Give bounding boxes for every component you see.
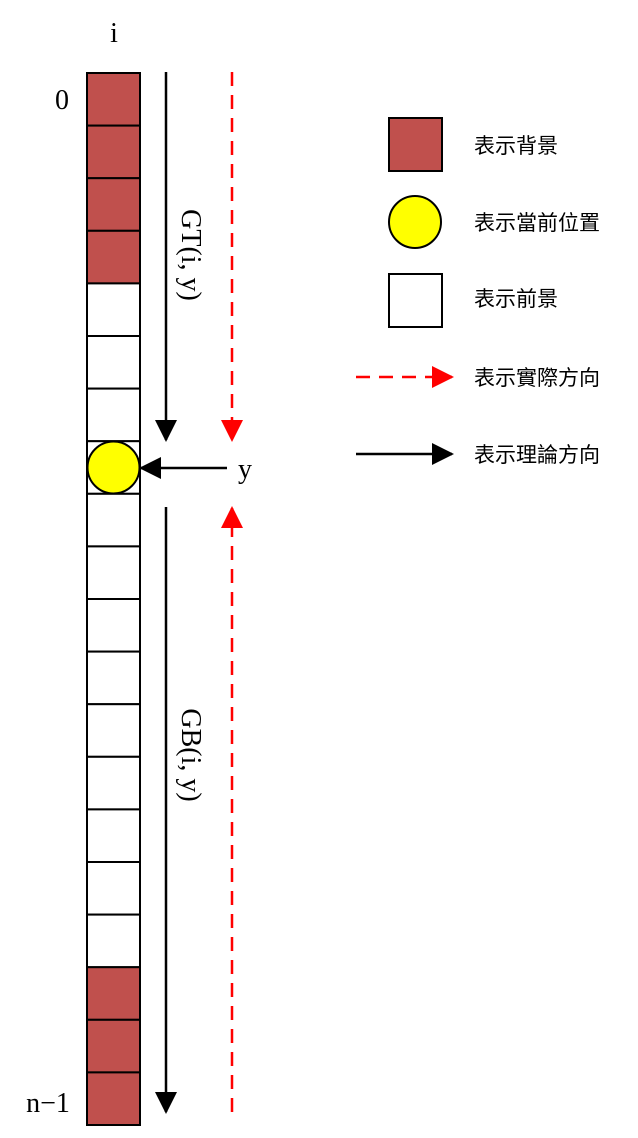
foreground-cell: [86, 387, 141, 443]
current-position-marker: [86, 440, 141, 495]
legend-foreground-swatch: [388, 273, 443, 328]
foreground-cell: [86, 703, 141, 758]
background-cell: [86, 72, 141, 127]
legend-current-label: 表示當前位置: [474, 211, 600, 235]
legend-foreground-label: 表示前景: [474, 287, 558, 311]
gb-label: GB(i, y): [175, 708, 206, 801]
foreground-cell: [86, 282, 141, 337]
legend-background-swatch: [388, 117, 443, 172]
foreground-cell: [86, 913, 141, 969]
legend-current-swatch: [388, 195, 442, 249]
foreground-cell: [86, 650, 141, 706]
foreground-cell: [86, 598, 141, 653]
background-cell: [86, 1018, 141, 1074]
foreground-cell: [86, 492, 141, 548]
row-label-n-minus-1: n−1: [26, 1088, 70, 1119]
foreground-cell: [86, 861, 141, 916]
legend-background-label: 表示背景: [474, 134, 558, 158]
foreground-cell: [86, 755, 141, 811]
row-label-zero: 0: [55, 85, 69, 116]
background-cell: [86, 124, 141, 180]
background-cell: [86, 229, 141, 285]
column-label-i: i: [110, 18, 118, 49]
foreground-cell: [86, 808, 141, 864]
legend-actual-label: 表示實際方向: [474, 366, 600, 390]
legend: 表示背景 表示當前位置 表示前景 表示實際方向 表示理論方向: [356, 117, 600, 467]
diagram-canvas: i 0 n−1 y GT(i, y) GB(i, y) 表示背景 表示當前位置 …: [26, 18, 600, 1127]
foreground-cell: [86, 335, 141, 390]
position-label-y: y: [238, 454, 252, 485]
array-column: [86, 72, 141, 1127]
background-cell: [86, 177, 141, 232]
gt-label: GT(i, y): [175, 209, 206, 301]
foreground-cell: [86, 545, 141, 601]
background-cell: [86, 966, 141, 1021]
background-cell: [86, 1071, 141, 1127]
legend-theory-label: 表示理論方向: [474, 443, 600, 467]
